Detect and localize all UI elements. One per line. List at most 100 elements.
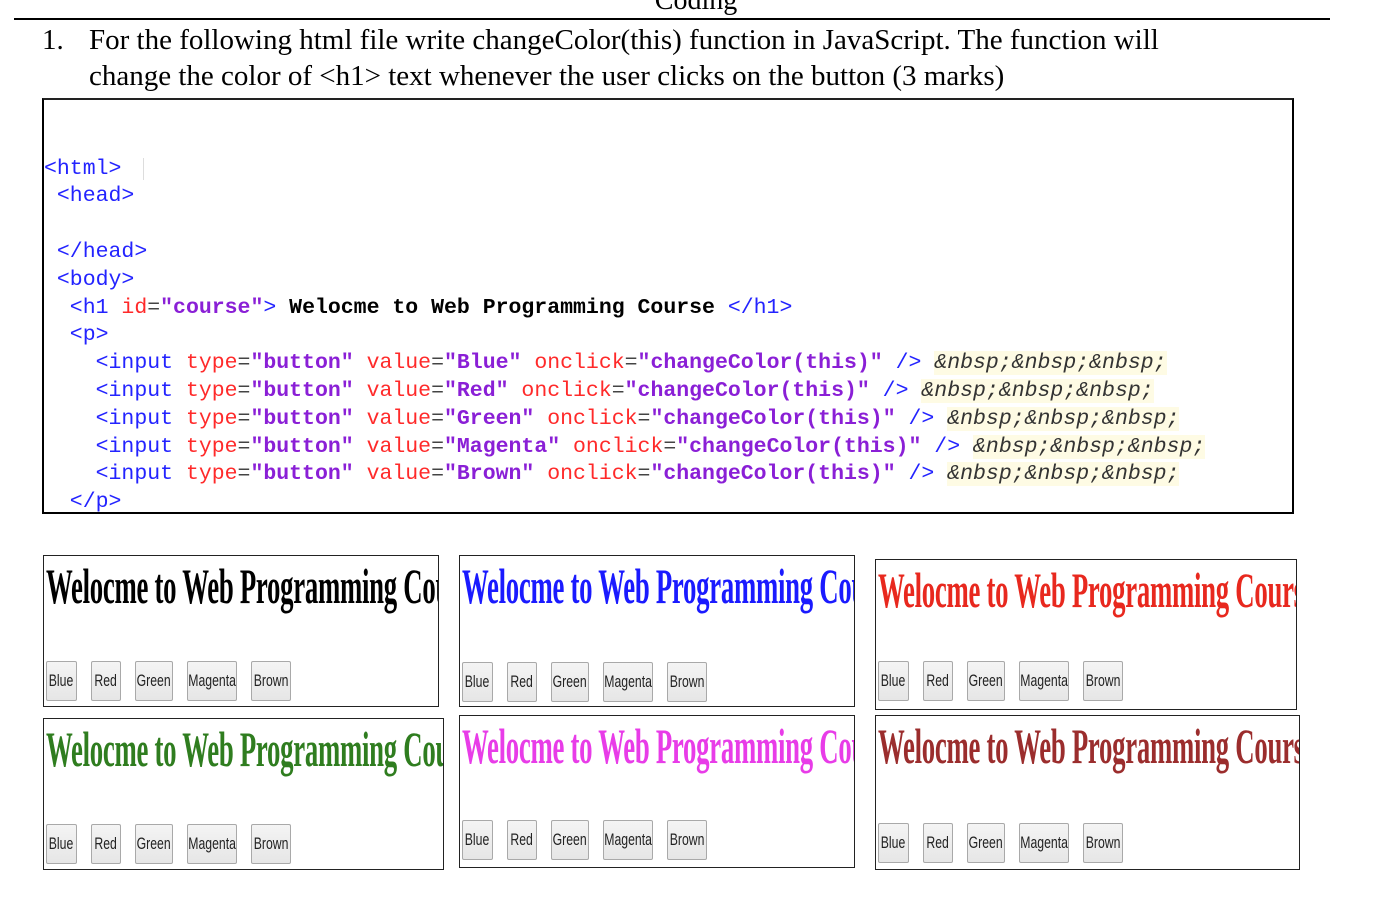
color-button-red[interactable]: Red bbox=[923, 661, 953, 701]
color-button-magenta[interactable]: Magenta bbox=[603, 820, 653, 860]
demo-button-row: Blue Red Green Magenta Brown bbox=[462, 662, 721, 702]
code-token: = bbox=[637, 406, 651, 431]
code-token: = bbox=[637, 462, 651, 487]
code-token: <head> bbox=[44, 184, 135, 209]
code-token: Welocme to Web Programming Course bbox=[276, 295, 728, 320]
question-text-line-2: change the color of <h1> text whenever t… bbox=[89, 60, 1005, 92]
color-button-green[interactable]: Green bbox=[967, 823, 1005, 863]
code-token: id bbox=[121, 295, 148, 320]
color-button-green[interactable]: Green bbox=[551, 662, 589, 702]
section-heading: Coding bbox=[654, 0, 738, 16]
button-label: Green bbox=[552, 830, 588, 849]
code-token: /> bbox=[895, 462, 935, 487]
demo-heading: Welocme to Web Programming Course bbox=[878, 718, 1300, 774]
color-button-brown[interactable]: Brown bbox=[1083, 661, 1123, 701]
color-button-magenta[interactable]: Magenta bbox=[603, 662, 653, 702]
code-token: type bbox=[185, 378, 238, 403]
code-token: = bbox=[611, 378, 625, 403]
demo-button-row: Blue Red Green Magenta Brown bbox=[878, 661, 1137, 701]
demo-button-row: Blue Red Green Magenta Brown bbox=[46, 661, 305, 701]
color-button-magenta[interactable]: Magenta bbox=[1019, 661, 1069, 701]
demo-button-row: Blue Red Green Magenta Brown bbox=[462, 820, 721, 860]
code-line: </p> bbox=[44, 489, 1292, 514]
question-text-line-1: For the following html file write change… bbox=[89, 24, 1159, 56]
button-label: Red bbox=[510, 830, 534, 849]
code-token: = bbox=[624, 351, 638, 376]
code-token: "Blue" bbox=[444, 351, 522, 376]
code-token: onclick bbox=[534, 406, 638, 431]
question: 1. For the following html file write cha… bbox=[42, 22, 1342, 94]
code-line: <input type="button" value="Green" oncli… bbox=[44, 406, 1292, 434]
heading-rule bbox=[14, 18, 1330, 20]
code-token: = bbox=[431, 351, 444, 376]
code-line: <body> bbox=[44, 267, 1292, 295]
color-button-brown[interactable]: Brown bbox=[667, 662, 707, 702]
code-token: "Red" bbox=[444, 378, 509, 403]
code-token: <p> bbox=[44, 323, 109, 348]
color-button-green[interactable]: Green bbox=[551, 820, 589, 860]
color-button-brown[interactable]: Brown bbox=[251, 661, 291, 701]
demo-panel-blue: Welocme to Web Programming Course Blue Red… bbox=[459, 555, 855, 707]
color-button-green[interactable]: Green bbox=[967, 661, 1005, 701]
color-button-blue[interactable]: Blue bbox=[878, 823, 909, 863]
color-button-red[interactable]: Red bbox=[91, 824, 121, 864]
code-line: <input type="button" value="Blue" onclic… bbox=[44, 350, 1292, 378]
code-token: = bbox=[237, 351, 251, 376]
code-token: &nbsp;&nbsp;&nbsp; bbox=[921, 378, 1154, 403]
button-label: Blue bbox=[49, 834, 74, 853]
demo-heading: Welocme to Web Programming Course bbox=[878, 562, 1297, 618]
code-line: </head> bbox=[44, 239, 1292, 267]
button-label: Red bbox=[94, 834, 118, 853]
code-token: </p> bbox=[44, 490, 122, 514]
code-token: "changeColor(this)" bbox=[637, 351, 883, 376]
demo-panel-red: Welocme to Web Programming Course Blue Red… bbox=[875, 559, 1297, 710]
color-button-red[interactable]: Red bbox=[507, 662, 537, 702]
color-button-brown[interactable]: Brown bbox=[251, 824, 291, 864]
button-label: Red bbox=[510, 672, 534, 691]
color-button-red[interactable]: Red bbox=[507, 820, 537, 860]
code-token: &nbsp;&nbsp;&nbsp; bbox=[947, 462, 1180, 487]
color-button-blue[interactable]: Blue bbox=[46, 661, 77, 701]
button-label: Magenta bbox=[188, 834, 236, 853]
demo-button-row: Blue Red Green Magenta Brown bbox=[878, 823, 1137, 863]
code-token: onclick bbox=[560, 434, 664, 459]
color-button-green[interactable]: Green bbox=[135, 661, 173, 701]
question-number: 1. bbox=[42, 24, 64, 56]
code-token: /> bbox=[882, 351, 922, 376]
code-token: <h1 bbox=[44, 295, 122, 320]
code-token: "button" bbox=[250, 462, 354, 487]
code-token: "button" bbox=[250, 378, 354, 403]
button-label: Red bbox=[94, 671, 118, 690]
code-token: /> bbox=[895, 406, 935, 431]
color-button-blue[interactable]: Blue bbox=[46, 824, 77, 864]
color-button-red[interactable]: Red bbox=[91, 661, 121, 701]
button-label: Magenta bbox=[1020, 671, 1068, 690]
code-token: onclick bbox=[508, 378, 612, 403]
button-label: Magenta bbox=[188, 671, 236, 690]
color-button-blue[interactable]: Blue bbox=[878, 661, 909, 701]
color-button-green[interactable]: Green bbox=[135, 824, 173, 864]
color-button-blue[interactable]: Blue bbox=[462, 820, 493, 860]
code-line: <input type="button" value="Brown" oncli… bbox=[44, 461, 1292, 489]
color-button-blue[interactable]: Blue bbox=[462, 662, 493, 702]
button-label: Brown bbox=[669, 830, 705, 849]
button-label: Blue bbox=[881, 671, 906, 690]
button-label: Magenta bbox=[604, 830, 652, 849]
demo-heading: Welocme to Web Programming Course bbox=[46, 558, 438, 614]
button-label: Brown bbox=[669, 672, 705, 691]
code-token: value bbox=[353, 462, 432, 487]
color-button-brown[interactable]: Brown bbox=[667, 820, 707, 860]
color-button-red[interactable]: Red bbox=[923, 823, 953, 863]
color-button-magenta[interactable]: Magenta bbox=[1019, 823, 1069, 863]
color-button-magenta[interactable]: Magenta bbox=[187, 661, 237, 701]
button-label: Brown bbox=[1085, 833, 1121, 852]
color-button-brown[interactable]: Brown bbox=[1083, 823, 1123, 863]
code-token: "button" bbox=[250, 406, 354, 431]
color-button-magenta[interactable]: Magenta bbox=[187, 824, 237, 864]
code-token: = bbox=[237, 462, 251, 487]
code-token: "Brown" bbox=[444, 462, 535, 487]
code-token: > bbox=[263, 295, 277, 320]
